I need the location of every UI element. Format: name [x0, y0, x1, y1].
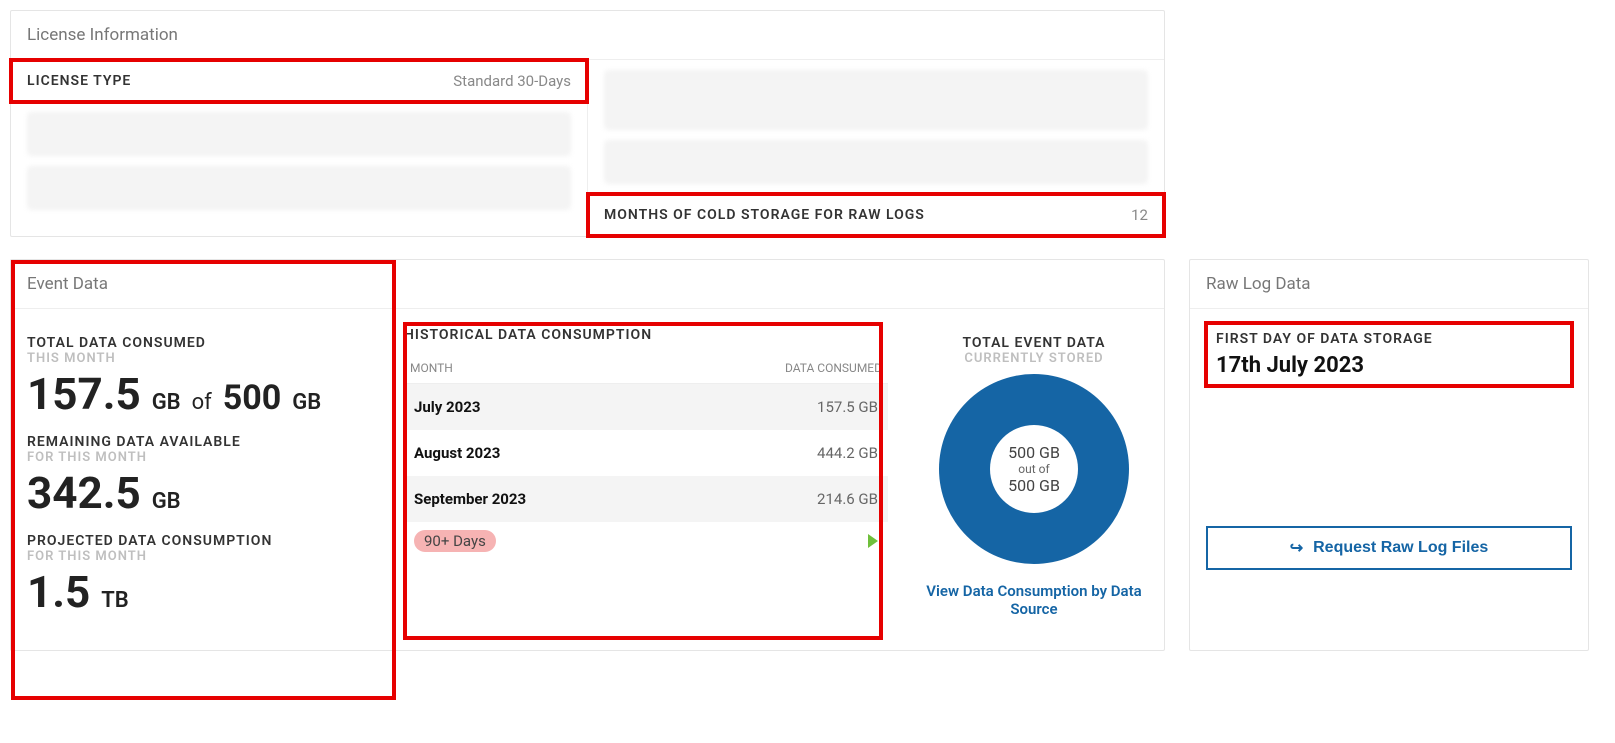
hist-col-month: MONTH — [410, 361, 453, 375]
license-info-panel: License Information LICENSE TYPE Standar… — [10, 10, 1165, 237]
hist-month: September 2023 — [414, 490, 526, 508]
remaining-amount: 342.5 — [27, 467, 141, 519]
raw-log-panel: Raw Log Data FIRST DAY OF DATA STORAGE 1… — [1189, 259, 1589, 651]
consumed-unit: GB — [152, 390, 181, 415]
historical-rows: July 2023 157.5 GB August 2023 444.2 GB … — [404, 384, 888, 522]
stored-col: TOTAL EVENT DATA CURRENTLY STORED 500 GB… — [904, 309, 1164, 650]
table-row: July 2023 157.5 GB — [404, 384, 888, 430]
redacted-block — [27, 112, 571, 156]
hist-col-data: DATA CONSUMED — [785, 361, 882, 375]
request-btn-label: Request Raw Log Files — [1313, 539, 1488, 557]
remaining-unit: GB — [152, 489, 181, 514]
projected-sub: FOR THIS MONTH — [27, 549, 370, 564]
projected-value: 1.5 TB — [27, 570, 370, 614]
raw-body: FIRST DAY OF DATA STORAGE 17th July 2023… — [1190, 309, 1588, 584]
redacted-block — [27, 166, 571, 210]
consumed-value: 157.5 GB of 500 GB — [27, 372, 370, 416]
remaining-sub: FOR THIS MONTH — [27, 450, 370, 465]
donut-mid: out of — [1018, 462, 1049, 476]
remaining-value: 342.5 GB — [27, 471, 370, 515]
event-stats-col: TOTAL DATA CONSUMED THIS MONTH 157.5 GB … — [11, 309, 386, 650]
stored-sub: CURRENTLY STORED — [912, 351, 1156, 366]
stored-label: TOTAL EVENT DATA — [912, 335, 1156, 351]
hist-value: 157.5 GB — [817, 398, 878, 416]
consumed-of: of — [192, 390, 212, 415]
arrow-right-icon — [868, 534, 878, 548]
table-row: August 2023 444.2 GB — [404, 430, 888, 476]
license-type-row: LICENSE TYPE Standard 30-Days — [11, 60, 587, 102]
cold-storage-value: 12 — [1131, 206, 1148, 224]
license-panel-title: License Information — [11, 11, 1164, 60]
consumed-total: 500 — [223, 378, 282, 418]
donut-center: 500 GB out of 500 GB — [990, 425, 1078, 513]
hist-month: August 2023 — [414, 444, 500, 462]
consumed-label: TOTAL DATA CONSUMED — [27, 335, 370, 351]
first-day-block: FIRST DAY OF DATA STORAGE 17th July 2023 — [1206, 323, 1572, 386]
historical-header: MONTH DATA CONSUMED — [404, 353, 888, 384]
event-panel-title: Event Data — [11, 260, 1164, 309]
projected-amount: 1.5 — [27, 566, 90, 618]
donut-chart: 500 GB out of 500 GB — [912, 374, 1156, 564]
cold-storage-row: MONTHS OF COLD STORAGE FOR RAW LOGS 12 — [588, 194, 1164, 236]
hist-month: July 2023 — [414, 398, 480, 416]
remaining-label: REMAINING DATA AVAILABLE — [27, 434, 370, 450]
donut-ring: 500 GB out of 500 GB — [939, 374, 1129, 564]
raw-panel-title: Raw Log Data — [1190, 260, 1588, 309]
request-raw-logs-button[interactable]: ↪ Request Raw Log Files — [1206, 526, 1572, 570]
license-type-value: Standard 30-Days — [453, 72, 571, 90]
consumed-amount: 157.5 — [27, 368, 141, 420]
license-col-left: LICENSE TYPE Standard 30-Days — [11, 60, 588, 236]
redacted-block — [604, 140, 1148, 184]
table-row: September 2023 214.6 GB — [404, 476, 888, 522]
first-day-label: FIRST DAY OF DATA STORAGE — [1216, 331, 1562, 347]
hist-value: 444.2 GB — [817, 444, 878, 462]
license-type-label: LICENSE TYPE — [27, 73, 131, 89]
license-col-right: MONTHS OF COLD STORAGE FOR RAW LOGS 12 — [588, 60, 1164, 236]
donut-bot: 500 GB — [1008, 476, 1060, 495]
hist-value: 214.6 GB — [817, 490, 878, 508]
consumed-total-unit: GB — [292, 390, 321, 415]
first-day-value: 17th July 2023 — [1216, 353, 1562, 378]
projected-label: PROJECTED DATA CONSUMPTION — [27, 533, 370, 549]
event-body: TOTAL DATA CONSUMED THIS MONTH 157.5 GB … — [11, 309, 1164, 650]
license-body: LICENSE TYPE Standard 30-Days MONTHS OF … — [11, 60, 1164, 236]
cold-storage-label: MONTHS OF COLD STORAGE FOR RAW LOGS — [604, 207, 925, 223]
ninety-days-row[interactable]: 90+ Days — [404, 522, 888, 560]
donut-top: 500 GB — [1008, 443, 1060, 462]
share-icon: ↪ — [1290, 538, 1303, 558]
historical-col: HISTORICAL DATA CONSUMPTION MONTH DATA C… — [386, 309, 904, 650]
projected-unit: TB — [101, 588, 129, 613]
event-data-panel: Event Data TOTAL DATA CONSUMED THIS MONT… — [10, 259, 1165, 651]
view-consumption-link[interactable]: View Data Consumption by Data Source — [912, 582, 1156, 618]
redacted-block — [604, 70, 1148, 130]
historical-title: HISTORICAL DATA CONSUMPTION — [404, 327, 888, 343]
consumed-sub: THIS MONTH — [27, 351, 370, 366]
ninety-days-label: 90+ Days — [414, 530, 496, 552]
